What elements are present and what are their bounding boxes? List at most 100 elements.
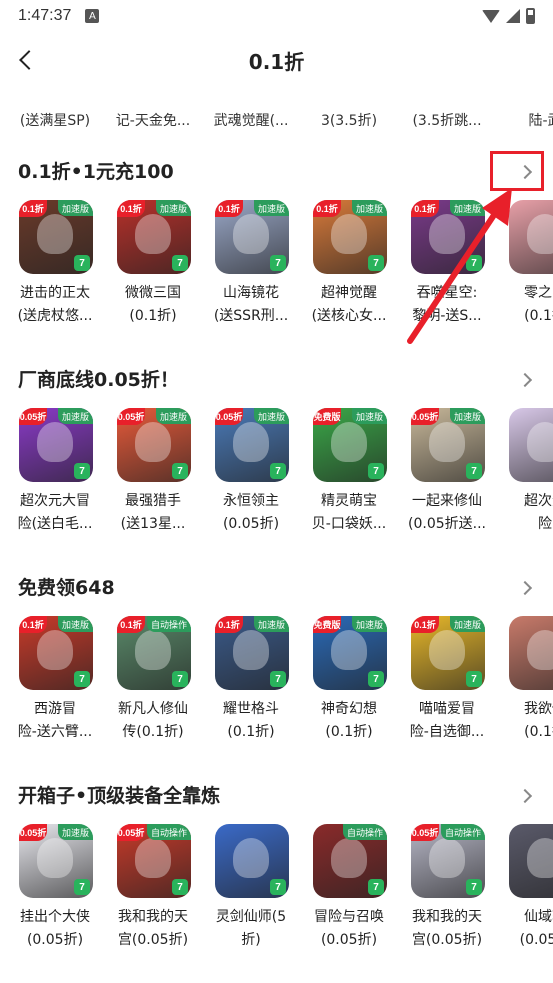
- platform-badge-icon: 7: [270, 463, 286, 479]
- section-header: 免费领648: [18, 572, 553, 604]
- game-name: 西游冒 险-送六臂...: [17, 701, 93, 740]
- game-icon[interactable]: 0.05折 加速版 7: [215, 408, 289, 482]
- game-icon[interactable]: 0.1折 加速版 7: [19, 616, 93, 690]
- game-icon[interactable]: 0.1折 加速版 7: [215, 616, 289, 690]
- game-name: 挂出个大侠 (0.05折): [20, 909, 90, 948]
- game-name: 精灵萌宝 贝-口袋妖...: [311, 493, 387, 532]
- previous-game-name[interactable]: (送满星SP): [10, 88, 100, 132]
- section-more-button[interactable]: [515, 368, 539, 392]
- chevron-right-icon: [517, 788, 533, 804]
- previous-game-line1: [500, 88, 553, 110]
- version-badge: 加速版: [57, 824, 93, 840]
- section-header: 开箱子•顶级装备全靠炼: [18, 780, 553, 812]
- discount-badge: 免费版: [313, 616, 341, 633]
- section-more-button[interactable]: [515, 784, 539, 808]
- game-icon[interactable]: 7: [215, 824, 289, 898]
- game-artwork: [509, 408, 553, 482]
- version-badge: 加速版: [155, 408, 191, 424]
- discount-badge: 0.1折: [19, 616, 47, 633]
- section-header: 0.1折•1元充100: [18, 156, 553, 188]
- game-name: 喵喵爱冒 险-自选御...: [409, 701, 485, 740]
- discount-badge: 0.05折: [411, 824, 439, 841]
- discount-badge: 0.05折: [411, 408, 439, 425]
- discount-badge: 免费版: [313, 408, 341, 425]
- game-name: 灵剑仙师(5 折): [215, 909, 287, 948]
- version-badge: 加速版: [449, 200, 485, 216]
- game-icon[interactable]: 自动操作 7: [313, 824, 387, 898]
- game-icon[interactable]: 0.1折 加速版 7: [313, 200, 387, 274]
- previous-game-name[interactable]: 陆-武: [500, 88, 553, 132]
- game-icon[interactable]: 加速7: [509, 200, 553, 274]
- discount-badge: 0.1折: [411, 616, 439, 633]
- game-icon[interactable]: 0.05折 加速版 7: [117, 408, 191, 482]
- game-icon[interactable]: 0.1折 加速版 7: [411, 200, 485, 274]
- game-icon[interactable]: 免费版 加速版 7: [313, 408, 387, 482]
- game-icon[interactable]: 0.1折 加速版 7: [411, 616, 485, 690]
- version-badge: 加速版: [449, 616, 485, 632]
- game-icon[interactable]: 0.05折 加速版 7: [19, 824, 93, 898]
- game-icon[interactable]: 0.1折 加速版 7: [215, 200, 289, 274]
- discount-badge: 0.1折: [117, 200, 145, 217]
- discount-badge: 0.05折: [215, 408, 243, 425]
- game-icon[interactable]: 0.1折 加速版 7: [19, 200, 93, 274]
- game-icon[interactable]: 0.05折 自动操作 7: [117, 824, 191, 898]
- discount-badge: 0.05折: [19, 408, 47, 425]
- game-icon[interactable]: 0.05折 加速版 7: [19, 408, 93, 482]
- version-badge: 加速版: [253, 200, 289, 216]
- wifi-icon: [482, 9, 500, 23]
- previous-game-name[interactable]: 记-天金免...: [108, 88, 198, 132]
- status-icons: [482, 8, 535, 24]
- status-time: 1:47:37: [18, 7, 72, 24]
- game-icon[interactable]: 0.05折 加速版 7: [411, 408, 485, 482]
- previous-game-line2: 记-天金免...: [115, 113, 191, 129]
- notification-icon: A: [85, 9, 100, 23]
- app-header: 0.1折: [0, 32, 553, 88]
- previous-game-line2: 武魂觉醒(...: [213, 113, 289, 129]
- platform-badge-icon: 7: [466, 463, 482, 479]
- previous-game-line1: [304, 88, 394, 110]
- previous-game-line1: [108, 88, 198, 110]
- game-icon[interactable]: 0.1折 自动操作 7: [117, 616, 191, 690]
- game-name: 超次元 险: [524, 493, 553, 532]
- game-name: 山海镜花 (送SSR刑...: [213, 285, 289, 324]
- platform-badge-icon: 7: [74, 255, 90, 271]
- section-more-button[interactable]: [515, 576, 539, 600]
- previous-game-name[interactable]: 3(3.5折): [304, 88, 394, 132]
- game-name: 最强猎手 (送13星...: [120, 493, 186, 532]
- previous-game-line2: 3(3.5折): [320, 113, 378, 129]
- game-icon[interactable]: 7: [509, 824, 553, 898]
- status-bar: 1:47:37 A: [0, 0, 553, 32]
- game-name: 超神觉醒 (送核心女...: [311, 285, 387, 324]
- platform-badge-icon: 7: [172, 463, 188, 479]
- game-list: 0.05折 加速版 7 超次元大冒 险(送白毛... 0.05折 加速版 7 最强猎手 (送1…: [0, 408, 553, 572]
- previous-game-name[interactable]: (3.5折跳...: [402, 88, 492, 132]
- discount-badge: 0.1折: [411, 200, 439, 217]
- version-badge: 加速版: [449, 408, 485, 424]
- version-badge: 加速版: [57, 408, 93, 424]
- game-icon[interactable]: 7: [509, 408, 553, 482]
- version-badge: 加速版: [155, 200, 191, 216]
- platform-badge-icon: 7: [466, 671, 482, 687]
- version-badge: 加速版: [253, 616, 289, 632]
- previous-game-row: (送满星SP) 记-天金免... 武魂觉醒(... 3(3.5折) (3.5折跳... 陆…: [0, 88, 553, 132]
- game-name: 零之战 (0.1折: [524, 285, 553, 324]
- game-name: 我和我的天 宫(0.05折): [117, 909, 189, 948]
- game-icon[interactable]: 0.05折 自动操作 7: [411, 824, 485, 898]
- game-icon[interactable]: 免费版 加速版 7: [313, 616, 387, 690]
- platform-badge-icon: 7: [172, 671, 188, 687]
- discount-badge: 0.1折: [19, 200, 47, 217]
- platform-badge-icon: 7: [74, 879, 90, 895]
- game-section: 开箱子•顶级装备全靠炼 0.05折 加速版 7 挂出个大侠 (0.05折) 0.05折 自动…: [0, 780, 553, 983]
- game-icon[interactable]: 0.1折 加速版 7: [117, 200, 191, 274]
- section-title: 厂商底线0.05折！: [18, 369, 179, 391]
- previous-game-line2: 陆-武: [528, 113, 553, 129]
- version-badge: 自动操作: [146, 824, 191, 840]
- previous-game-name[interactable]: 武魂觉醒(...: [206, 88, 296, 132]
- game-name: 进击的正太 (送虎杖悠...: [17, 285, 93, 324]
- platform-badge-icon: 7: [172, 255, 188, 271]
- version-badge: 加速版: [57, 616, 93, 632]
- signal-icon: [506, 9, 520, 23]
- game-icon[interactable]: 7: [509, 616, 553, 690]
- platform-badge-icon: 7: [172, 879, 188, 895]
- previous-game-line1: [10, 88, 100, 110]
